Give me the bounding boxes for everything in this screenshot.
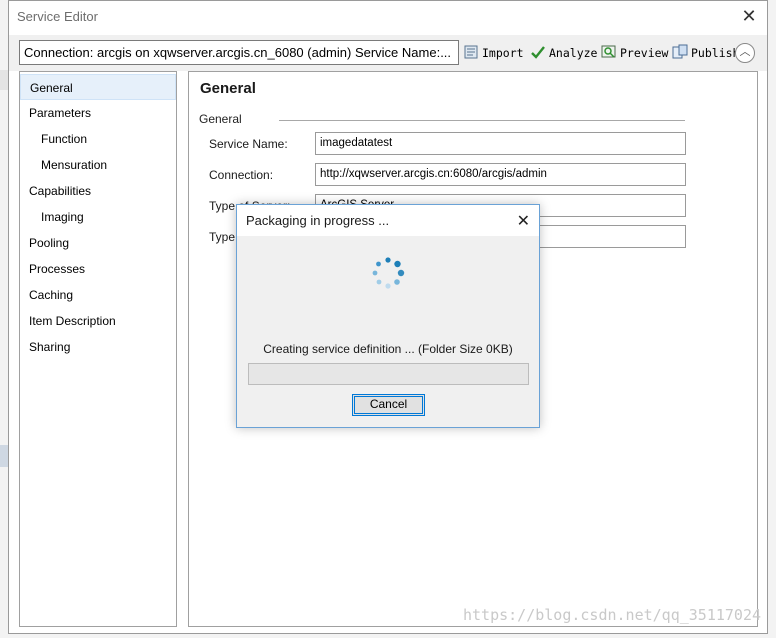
preview-icon: [601, 45, 616, 58]
group-divider: [279, 120, 685, 121]
import-label: Import: [482, 46, 524, 60]
title-bar: Service Editor ✕: [9, 1, 767, 33]
sidebar-item-general[interactable]: General: [20, 74, 176, 100]
cancel-button[interactable]: Cancel: [352, 394, 425, 416]
close-dialog-button[interactable]: ✕: [517, 211, 530, 231]
sidebar-item-pooling[interactable]: Pooling: [20, 230, 176, 256]
preview-button[interactable]: Preview: [601, 43, 668, 63]
sidebar-item-function[interactable]: Function: [20, 126, 176, 152]
connection-label: Connection:: [209, 168, 274, 182]
sidebar-item-item-description[interactable]: Item Description: [20, 308, 176, 334]
publish-icon: [672, 44, 688, 59]
analyze-button[interactable]: Analyze: [530, 43, 597, 63]
progress-bar: [248, 363, 529, 385]
analyze-label: Analyze: [549, 46, 598, 60]
loading-spinner-icon: [372, 257, 405, 289]
sidebar-item-parameters[interactable]: Parameters: [20, 100, 176, 126]
publish-button[interactable]: Publish: [672, 43, 739, 63]
status-text: Creating service definition ... (Folder …: [263, 342, 513, 356]
collapse-toolbar-button[interactable]: ︿: [735, 43, 755, 63]
connection-field[interactable]: http://xqwserver.arcgis.cn:6080/arcgis/a…: [315, 163, 686, 186]
close-window-button[interactable]: ✕: [739, 6, 759, 26]
publish-label: Publish: [691, 46, 740, 60]
category-list: General Parameters Function Mensuration …: [19, 71, 177, 627]
watermark: https://blog.csdn.net/qq_35117024: [462, 606, 761, 624]
group-label: General: [199, 112, 242, 126]
dialog-title-bar: Packaging in progress ... ✕: [237, 205, 539, 236]
checkmark-icon: [531, 46, 545, 59]
page-title: General: [200, 80, 256, 97]
window-title: Service Editor: [17, 9, 98, 24]
service-name-label: Service Name:: [209, 137, 288, 151]
service-name-field[interactable]: imagedatatest: [315, 132, 686, 155]
packaging-dialog: Packaging in progress ... ✕ Creating ser…: [236, 204, 540, 428]
type-label: Type: [209, 230, 236, 244]
import-button[interactable]: Import: [463, 43, 524, 63]
sidebar-item-sharing[interactable]: Sharing: [20, 334, 176, 360]
sidebar-item-capabilities[interactable]: Capabilities: [20, 178, 176, 204]
connection-summary: Connection: arcgis on xqwserver.arcgis.c…: [19, 40, 459, 65]
sidebar-item-processes[interactable]: Processes: [20, 256, 176, 282]
preview-label: Preview: [620, 46, 669, 60]
toolbar: Connection: arcgis on xqwserver.arcgis.c…: [9, 35, 767, 71]
sidebar-item-imaging[interactable]: Imaging: [20, 204, 176, 230]
dialog-title: Packaging in progress ...: [246, 213, 390, 228]
sidebar-item-mensuration[interactable]: Mensuration: [20, 152, 176, 178]
sidebar-item-caching[interactable]: Caching: [20, 282, 176, 308]
import-icon: [464, 45, 478, 59]
